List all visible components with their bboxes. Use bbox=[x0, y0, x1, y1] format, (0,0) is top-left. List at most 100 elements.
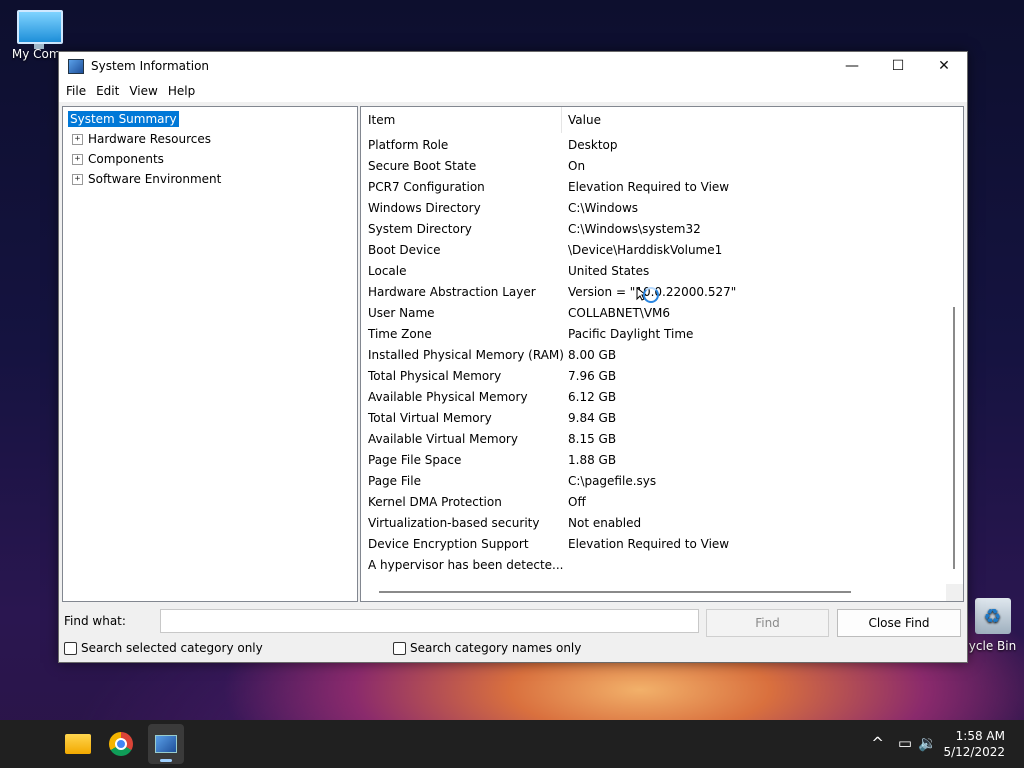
list-row[interactable]: Page File C:\pagefile.sys bbox=[361, 470, 963, 491]
maximize-button[interactable]: ☐ bbox=[875, 52, 921, 80]
menu-bar: File Edit View Help bbox=[59, 80, 967, 102]
chrome-button[interactable] bbox=[106, 729, 136, 759]
row-item: Hardware Abstraction Layer bbox=[368, 284, 536, 299]
title-bar[interactable]: System Information — ☐ ✕ bbox=[59, 52, 967, 80]
row-value: Pacific Daylight Time bbox=[568, 326, 694, 341]
list-row[interactable]: Available Virtual Memory 8.15 GB bbox=[361, 428, 963, 449]
list-row[interactable]: Installed Physical Memory (RAM) 8.00 GB bbox=[361, 344, 963, 365]
taskbar: ^ ▭ 🔉 1:58 AM 5/12/2022 bbox=[0, 720, 1024, 768]
row-item: Secure Boot State bbox=[368, 158, 477, 173]
list-row[interactable]: Time Zone Pacific Daylight Time bbox=[361, 323, 963, 344]
list-row[interactable]: System Directory C:\Windows\system32 bbox=[361, 218, 963, 239]
list-header: Item Value bbox=[361, 107, 963, 134]
row-value: United States bbox=[568, 263, 650, 278]
row-value: COLLABNET\VM6 bbox=[568, 305, 671, 320]
scroll-corner bbox=[946, 584, 963, 601]
row-item: Boot Device bbox=[368, 242, 441, 257]
desktop-icon-label: ycle Bin bbox=[968, 639, 1017, 653]
row-value: C:\pagefile.sys bbox=[568, 473, 657, 488]
checkbox-label: Search category names only bbox=[410, 641, 582, 655]
row-value: 9.84 GB bbox=[568, 410, 617, 425]
row-item: Device Encryption Support bbox=[368, 536, 529, 551]
category-tree: System Summary + Hardware Resources + Co… bbox=[62, 106, 358, 602]
folder-icon bbox=[65, 734, 91, 754]
clock-date: 5/12/2022 bbox=[943, 745, 1005, 759]
file-explorer-button[interactable] bbox=[63, 729, 93, 759]
list-row[interactable]: Secure Boot State On bbox=[361, 155, 963, 176]
find-what-input[interactable] bbox=[160, 609, 699, 633]
list-rows: Platform Role Desktop Secure Boot State On P… bbox=[361, 134, 963, 575]
list-row[interactable]: A hypervisor has been detecte... bbox=[361, 554, 963, 575]
tree-item-label: Components bbox=[88, 152, 164, 166]
list-row[interactable]: Virtualization-based security Not enabled bbox=[361, 512, 963, 533]
tree-item-components[interactable]: + Components bbox=[63, 149, 357, 169]
row-item: Locale bbox=[368, 263, 407, 278]
network-icon[interactable]: ▭ bbox=[898, 734, 912, 752]
list-row[interactable]: Windows Directory C:\Windows bbox=[361, 197, 963, 218]
row-item: Virtualization-based security bbox=[368, 515, 540, 530]
find-what-label: Find what: bbox=[64, 614, 126, 628]
row-value: On bbox=[568, 158, 586, 173]
row-item: Total Virtual Memory bbox=[368, 410, 492, 425]
clock-time: 1:58 AM bbox=[955, 729, 1005, 743]
expand-icon[interactable]: + bbox=[72, 173, 83, 185]
list-row[interactable]: Boot Device \Device\HarddiskVolume1 bbox=[361, 239, 963, 260]
minimize-button[interactable]: — bbox=[829, 52, 875, 80]
list-row[interactable]: User Name COLLABNET\VM6 bbox=[361, 302, 963, 323]
expand-icon[interactable]: + bbox=[72, 153, 83, 165]
start-button[interactable] bbox=[18, 732, 44, 758]
row-item: Windows Directory bbox=[368, 200, 481, 215]
checkbox-icon[interactable] bbox=[393, 641, 406, 655]
close-find-button[interactable]: Close Find bbox=[837, 609, 961, 637]
horizontal-scrollbar[interactable] bbox=[379, 591, 851, 593]
row-value: 6.12 GB bbox=[568, 389, 617, 404]
tree-item-software-environment[interactable]: + Software Environment bbox=[63, 169, 357, 189]
system-information-taskbar-button[interactable] bbox=[148, 724, 184, 764]
list-row[interactable]: Hardware Abstraction Layer Version = "10.… bbox=[361, 281, 963, 302]
show-hidden-icons-chevron-icon[interactable]: ^ bbox=[871, 734, 884, 752]
search-category-names-checkbox[interactable]: Search category names only bbox=[393, 641, 581, 655]
tree-item-hardware-resources[interactable]: + Hardware Resources bbox=[63, 129, 357, 149]
row-item: Platform Role bbox=[368, 137, 449, 152]
checkbox-label: Search selected category only bbox=[81, 641, 263, 655]
row-value: \Device\HarddiskVolume1 bbox=[568, 242, 723, 257]
find-button[interactable]: Find bbox=[706, 609, 829, 637]
system-information-icon bbox=[155, 735, 177, 753]
row-value: C:\Windows\system32 bbox=[568, 221, 701, 236]
tree-item-label: Hardware Resources bbox=[88, 132, 212, 146]
list-row[interactable]: Device Encryption Support Elevation Requi… bbox=[361, 533, 963, 554]
menu-help[interactable]: Help bbox=[163, 84, 200, 98]
chrome-icon bbox=[109, 732, 133, 756]
column-header-value[interactable]: Value bbox=[562, 113, 601, 127]
tree-item-system-summary[interactable]: System Summary bbox=[68, 111, 179, 127]
list-row[interactable]: PCR7 Configuration Elevation Required to … bbox=[361, 176, 963, 197]
row-value: 8.00 GB bbox=[568, 347, 617, 362]
search-selected-category-checkbox[interactable]: Search selected category only bbox=[64, 641, 263, 655]
list-row[interactable]: Total Physical Memory 7.96 GB bbox=[361, 365, 963, 386]
row-value: 7.96 GB bbox=[568, 368, 617, 383]
row-value: Not enabled bbox=[568, 515, 642, 530]
menu-edit[interactable]: Edit bbox=[91, 84, 124, 98]
row-value: Elevation Required to View bbox=[568, 179, 730, 194]
clock[interactable]: 1:58 AM 5/12/2022 bbox=[943, 728, 1005, 760]
volume-icon[interactable]: 🔉 bbox=[918, 734, 937, 752]
list-row[interactable]: Page File Space 1.88 GB bbox=[361, 449, 963, 470]
list-row[interactable]: Kernel DMA Protection Off bbox=[361, 491, 963, 512]
column-header-item[interactable]: Item bbox=[361, 107, 562, 133]
list-row[interactable]: Available Physical Memory 6.12 GB bbox=[361, 386, 963, 407]
close-button[interactable]: ✕ bbox=[921, 52, 967, 80]
vertical-scrollbar[interactable] bbox=[953, 307, 955, 569]
menu-file[interactable]: File bbox=[61, 84, 91, 98]
checkbox-icon[interactable] bbox=[64, 641, 77, 655]
list-row[interactable]: Platform Role Desktop bbox=[361, 134, 963, 155]
expand-icon[interactable]: + bbox=[72, 133, 83, 145]
row-item: Installed Physical Memory (RAM) bbox=[368, 347, 564, 362]
row-value: 1.88 GB bbox=[568, 452, 617, 467]
list-row[interactable]: Locale United States bbox=[361, 260, 963, 281]
row-item: Available Physical Memory bbox=[368, 389, 528, 404]
list-row[interactable]: Total Virtual Memory 9.84 GB bbox=[361, 407, 963, 428]
system-information-window: System Information — ☐ ✕ File Edit View … bbox=[58, 51, 968, 663]
menu-view[interactable]: View bbox=[124, 84, 162, 98]
details-list: Item Value Platform Role Desktop Secure Bo… bbox=[360, 106, 964, 602]
system-information-icon bbox=[68, 58, 84, 74]
